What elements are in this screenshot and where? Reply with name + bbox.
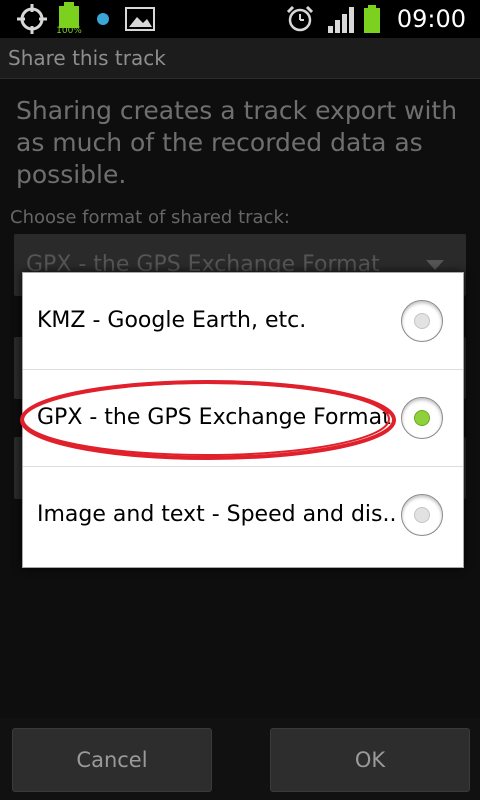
radio-button[interactable] (401, 494, 443, 536)
radio-button[interactable] (401, 300, 443, 342)
button-bar: Cancel OK (0, 718, 480, 800)
image-icon (124, 0, 156, 38)
radio-dot-icon (414, 507, 430, 523)
radio-button-selected[interactable] (401, 397, 443, 439)
option-label: Image and text - Speed and dis.. (37, 502, 397, 527)
status-clock: 09:00 (396, 5, 466, 33)
battery-charging-icon (362, 0, 382, 38)
status-bar: 100% 09:00 (0, 0, 480, 38)
gps-icon (16, 0, 48, 38)
battery-percent-label: 100% (56, 26, 82, 36)
chevron-down-icon (426, 260, 444, 270)
format-label: Choose format of shared track: (10, 207, 290, 228)
alarm-icon (286, 0, 314, 38)
option-label: KMZ - Google Earth, etc. (37, 308, 307, 333)
option-label: GPX - the GPS Exchange Format (37, 405, 391, 430)
signal-icon (326, 0, 358, 38)
format-options-dialog: KMZ - Google Earth, etc. GPX - the GPS E… (22, 272, 464, 568)
ok-button[interactable]: OK (270, 728, 470, 792)
page-title: Share this track (8, 46, 166, 70)
option-kmz[interactable]: KMZ - Google Earth, etc. (23, 273, 463, 370)
radio-dot-icon (414, 313, 430, 329)
radio-dot-icon (414, 410, 430, 426)
battery-full-icon: 100% (56, 0, 82, 38)
title-bar: Share this track (0, 38, 480, 79)
intro-text: Sharing creates a track export with as m… (16, 96, 458, 189)
notification-dot-icon (94, 0, 112, 38)
option-image-text[interactable]: Image and text - Speed and dis.. (23, 467, 463, 563)
cancel-button[interactable]: Cancel (12, 728, 212, 792)
option-gpx[interactable]: GPX - the GPS Exchange Format (23, 370, 463, 467)
